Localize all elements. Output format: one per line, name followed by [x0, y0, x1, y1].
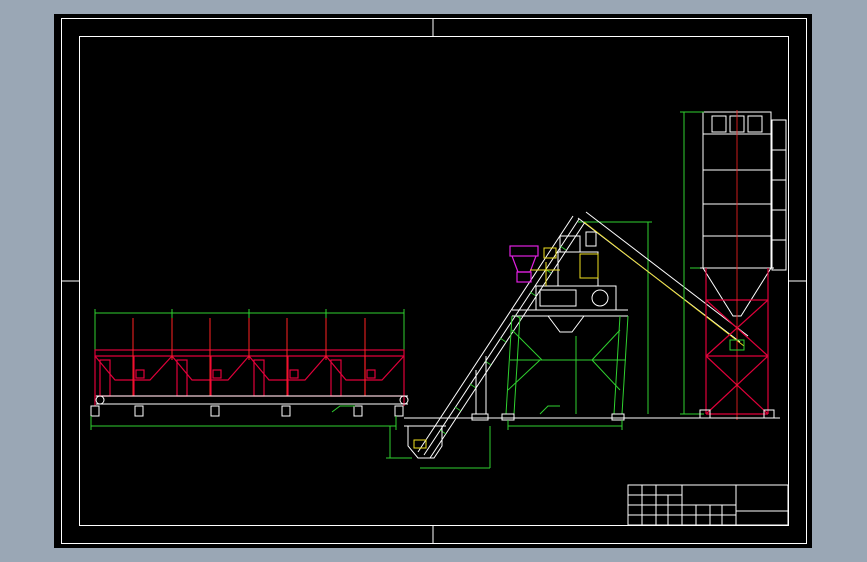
- cad-window: [0, 0, 867, 562]
- cad-drawing: [54, 14, 812, 548]
